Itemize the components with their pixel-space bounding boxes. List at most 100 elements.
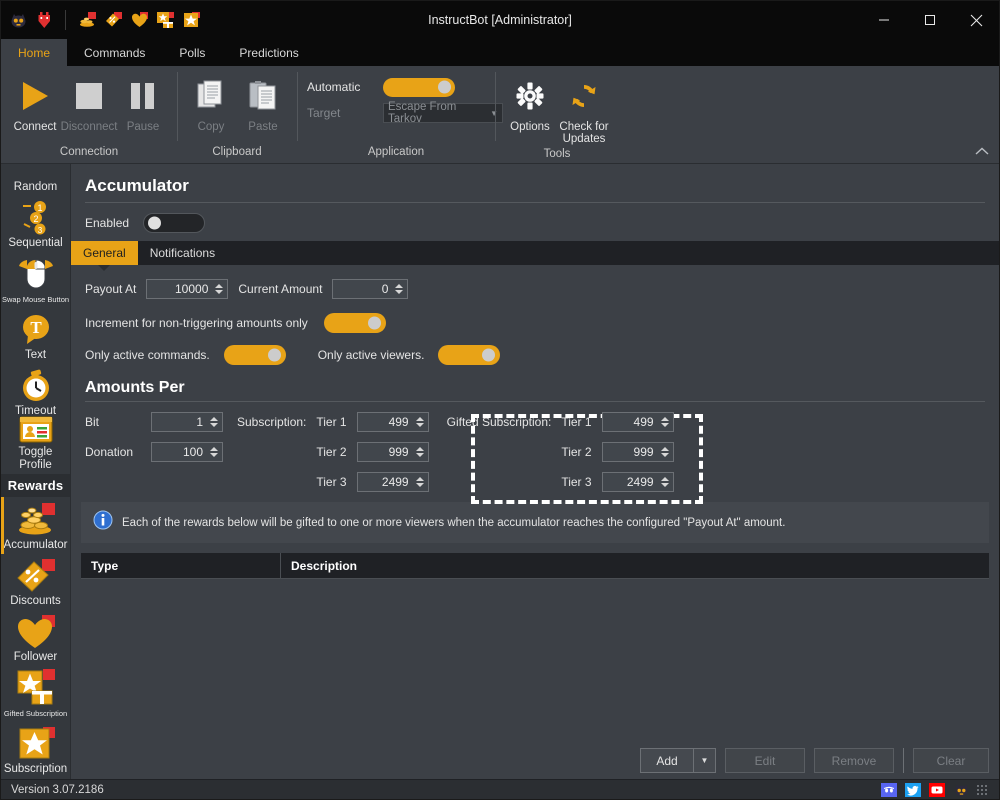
subscription-tier1-value: 499 <box>388 415 409 429</box>
automatic-toggle[interactable] <box>383 77 455 97</box>
follower-heart-icon[interactable] <box>128 9 150 31</box>
only-active-row: Only active commands. Only active viewer… <box>71 345 999 365</box>
ribbon-tab-home[interactable]: Home <box>1 39 68 66</box>
gifted-tier2-label: Tier 2 <box>561 445 592 459</box>
svg-text:1: 1 <box>37 203 42 213</box>
subscription-tier3-stepper[interactable] <box>414 473 428 491</box>
pause-icon <box>128 76 158 116</box>
tab-notifications[interactable]: Notifications <box>138 241 227 265</box>
gifted-subscription-icon[interactable] <box>154 9 176 31</box>
ribbon-tab-predictions[interactable]: Predictions <box>222 39 315 66</box>
sidebar-item-discounts[interactable]: Discounts <box>1 554 70 610</box>
current-amount-input[interactable]: 0 <box>332 279 409 299</box>
gifted-tier1-input[interactable]: 499 <box>601 412 674 432</box>
youtube-icon[interactable] <box>929 782 945 797</box>
subscription-tier1-input[interactable]: 499 <box>356 412 429 432</box>
add-button[interactable]: Add <box>640 748 694 773</box>
sidebar-item-toggle-profile[interactable]: Toggle Profile <box>1 416 70 474</box>
only-active-commands-label: Only active commands. <box>85 348 210 362</box>
subscription-star-icon <box>16 725 56 763</box>
column-header-type[interactable]: Type <box>81 553 281 578</box>
amounts-divider <box>85 401 985 402</box>
only-active-commands-toggle[interactable] <box>223 345 286 365</box>
bit-stepper[interactable] <box>208 413 222 431</box>
main-content: Accumulator Enabled General Notification… <box>71 164 999 779</box>
ribbon-group-label-application: Application <box>367 146 425 158</box>
svg-text:3: 3 <box>37 226 42 235</box>
amounts-row-3: x Subscription: Tier 3 2499 Gifted Subsc… <box>71 472 999 492</box>
instructbot-logo-icon[interactable] <box>953 783 969 797</box>
copy-button[interactable]: Copy <box>185 72 237 133</box>
gifted-tier2-input[interactable]: 999 <box>601 442 674 462</box>
subscription-tier3-input[interactable]: 2499 <box>356 472 429 492</box>
current-amount-stepper[interactable] <box>393 280 407 298</box>
sidebar-item-swap-mouse-button[interactable]: Swap Mouse Button <box>1 252 70 308</box>
column-header-description[interactable]: Description <box>281 553 357 578</box>
minimize-icon[interactable] <box>861 1 907 39</box>
version-label: Version 3.07.2186 <box>11 783 104 796</box>
pause-button[interactable]: Pause <box>117 72 169 133</box>
only-active-viewers-toggle[interactable] <box>438 345 501 365</box>
main-panel: Accumulator Enabled General Notification… <box>71 164 999 779</box>
instructbot-logo-icon[interactable] <box>7 9 29 31</box>
donation-stepper[interactable] <box>208 443 222 461</box>
connect-plug-icon[interactable] <box>33 9 55 31</box>
discord-icon[interactable] <box>881 782 897 797</box>
payout-at-input[interactable]: 10000 <box>146 279 229 299</box>
increment-toggle[interactable] <box>323 313 386 333</box>
follower-heart-icon <box>16 613 56 651</box>
paste-button[interactable]: Paste <box>237 72 289 133</box>
payout-at-stepper[interactable] <box>213 280 227 298</box>
options-button[interactable]: Options <box>503 72 557 133</box>
gifted-tier3-label: Tier 3 <box>561 475 592 489</box>
ribbon-group-label-connection: Connection <box>59 146 119 158</box>
target-row: Target Escape From Tarkov ▼ <box>307 100 503 126</box>
subscription-tier1-stepper[interactable] <box>414 413 428 431</box>
donation-input[interactable]: 100 <box>151 442 223 462</box>
sidebar-item-timeout[interactable]: Timeout <box>1 364 70 420</box>
edit-button[interactable]: Edit <box>725 748 805 773</box>
gifted-tier3-stepper[interactable] <box>659 473 673 491</box>
sidebar-item-random[interactable]: Random <box>1 164 70 196</box>
target-combobox[interactable]: Escape From Tarkov ▼ <box>383 101 503 125</box>
enabled-toggle[interactable] <box>143 213 206 233</box>
sidebar-item-text[interactable]: T Text <box>1 308 70 364</box>
maximize-icon[interactable] <box>907 1 953 39</box>
subscription-tier2-input[interactable]: 999 <box>356 442 429 462</box>
remove-button[interactable]: Remove <box>814 748 894 773</box>
gifted-tier2-stepper[interactable] <box>659 443 673 461</box>
check-for-updates-button[interactable]: Check for Updates <box>557 72 611 145</box>
sidebar-item-gifted-subscription[interactable]: Gifted Subscription <box>1 666 70 722</box>
info-text: Each of the rewards below will be gifted… <box>122 516 786 529</box>
tab-general[interactable]: General <box>71 241 138 265</box>
sidebar-label-follower: Follower <box>13 651 58 663</box>
sidebar-item-subscription[interactable]: Subscription <box>1 722 70 778</box>
discount-tag-icon[interactable] <box>102 9 124 31</box>
twitter-icon[interactable] <box>905 782 921 797</box>
chevron-up-icon[interactable] <box>975 147 989 159</box>
check-for-updates-label: Check for Updates <box>559 121 609 145</box>
sidebar[interactable]: Random 1 2 3 Sequential Swap Mouse Butto… <box>1 164 71 779</box>
gear-icon <box>515 76 545 116</box>
sidebar-item-follower[interactable]: Follower <box>1 610 70 666</box>
sidebar-item-sequential[interactable]: 1 2 3 Sequential <box>1 196 70 252</box>
chevron-down-icon[interactable]: ▼ <box>694 748 716 773</box>
clear-button[interactable]: Clear <box>913 748 989 773</box>
bit-input[interactable]: 1 <box>151 412 223 432</box>
connect-button[interactable]: Connect <box>9 72 61 133</box>
ribbon-tab-polls[interactable]: Polls <box>162 39 222 66</box>
add-split-button[interactable]: Add ▼ <box>640 748 716 773</box>
info-icon <box>93 510 113 535</box>
gifted-tier3-input[interactable]: 2499 <box>601 472 674 492</box>
ribbon-tab-commands[interactable]: Commands <box>67 39 162 66</box>
gifted-tier1-stepper[interactable] <box>659 413 673 431</box>
body: Random 1 2 3 Sequential Swap Mouse Butto… <box>1 164 999 779</box>
subscription-tier2-stepper[interactable] <box>414 443 428 461</box>
rewards-table-body[interactable] <box>81 579 989 734</box>
sidebar-item-accumulator[interactable]: Accumulator <box>1 497 70 554</box>
bits-icon[interactable] <box>76 9 98 31</box>
subscription-star-icon[interactable] <box>180 9 202 31</box>
disconnect-button[interactable]: Disconnect <box>61 72 117 133</box>
close-icon[interactable] <box>953 1 999 39</box>
resize-grip-icon[interactable] <box>977 784 989 795</box>
